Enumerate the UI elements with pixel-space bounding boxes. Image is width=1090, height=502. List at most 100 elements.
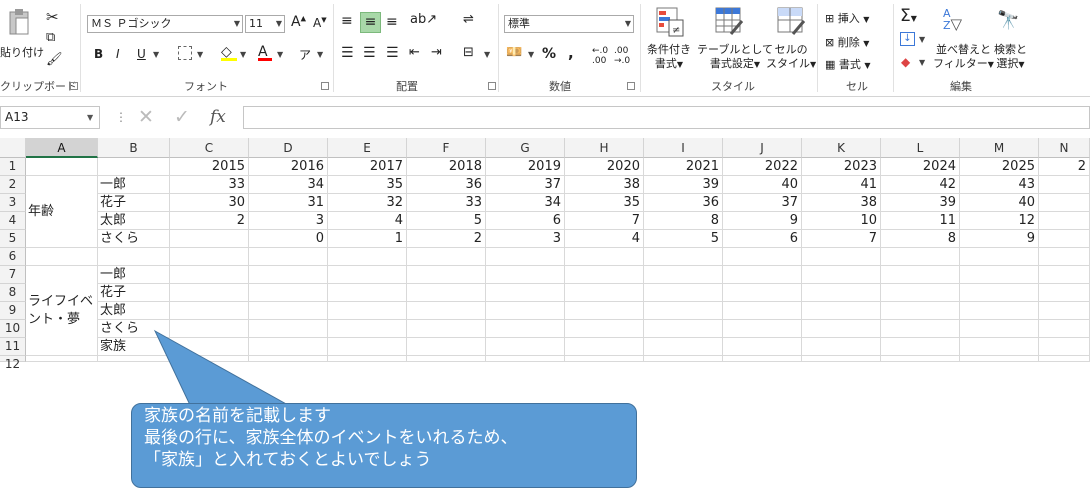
cell[interactable]	[881, 284, 960, 302]
cell[interactable]	[1039, 284, 1090, 302]
find-select-icon[interactable]: 🔭	[997, 10, 1019, 31]
age-value-cell[interactable]: 34	[486, 194, 565, 212]
age-value-cell[interactable]: 3	[249, 212, 328, 230]
age-label-cell[interactable]: 年齢	[26, 176, 98, 248]
cell[interactable]	[644, 302, 723, 320]
year-cell[interactable]: 2018	[407, 158, 486, 176]
chevron-down-icon[interactable]: ▼	[153, 50, 159, 59]
age-value-cell[interactable]: 2	[407, 230, 486, 248]
font-color-icon[interactable]: A	[258, 44, 272, 61]
align-bottom-icon[interactable]: ≡	[386, 14, 398, 30]
cancel-icon[interactable]: ✕	[138, 106, 154, 128]
cell[interactable]	[881, 266, 960, 284]
row-header-12[interactable]: 12	[0, 356, 26, 371]
age-value-cell[interactable]: 6	[723, 230, 802, 248]
age-value-cell[interactable]: 2	[170, 212, 249, 230]
cell[interactable]	[565, 320, 644, 338]
age-value-cell[interactable]: 10	[802, 212, 881, 230]
age-value-cell[interactable]: 8	[881, 230, 960, 248]
column-header-h[interactable]: H	[565, 138, 644, 158]
cell[interactable]	[723, 320, 802, 338]
decrease-decimal-icon[interactable]: .00 →.0	[614, 46, 630, 66]
year-cell[interactable]: 2023	[802, 158, 881, 176]
cell[interactable]	[960, 338, 1039, 356]
age-value-cell[interactable]: 36	[644, 194, 723, 212]
year-cell[interactable]: 2017	[328, 158, 407, 176]
cell[interactable]	[723, 356, 802, 362]
age-value-cell[interactable]: 37	[486, 176, 565, 194]
cell[interactable]	[960, 320, 1039, 338]
year-cell[interactable]: 2025	[960, 158, 1039, 176]
underline-button[interactable]: U	[137, 47, 146, 61]
format-as-table-button[interactable]: テーブルとして 書式設定▼	[697, 43, 773, 72]
cell[interactable]	[802, 266, 881, 284]
bold-button[interactable]: B	[94, 47, 103, 61]
italic-button[interactable]: I	[116, 47, 120, 61]
family-name-cell[interactable]: 花子	[98, 194, 170, 212]
cell[interactable]	[407, 248, 486, 266]
cell[interactable]	[407, 356, 486, 362]
age-value-cell[interactable]: 9	[960, 230, 1039, 248]
row-header-9[interactable]: 9	[0, 302, 26, 320]
chevron-down-icon[interactable]: ▼	[919, 58, 925, 67]
cell[interactable]	[723, 266, 802, 284]
age-value-cell[interactable]: 36	[407, 176, 486, 194]
row-header-11[interactable]: 11	[0, 338, 26, 356]
cell[interactable]	[170, 284, 249, 302]
chevron-down-icon[interactable]: ▼	[87, 113, 93, 122]
column-header-n[interactable]: N	[1039, 138, 1090, 158]
insert-cells-button[interactable]: ⊞ 挿入 ▼	[825, 10, 869, 26]
format-painter-icon[interactable]: 🖌	[46, 52, 63, 67]
age-value-cell[interactable]: 9	[723, 212, 802, 230]
row-header-10[interactable]: 10	[0, 320, 26, 338]
age-value-cell[interactable]: 42	[881, 176, 960, 194]
cell[interactable]	[1039, 176, 1090, 194]
cell[interactable]	[881, 320, 960, 338]
cell[interactable]	[249, 284, 328, 302]
cell[interactable]	[407, 338, 486, 356]
sort-filter-button[interactable]: 並べ替えと フィルター▼	[933, 43, 994, 72]
family-name-cell[interactable]: 太郎	[98, 212, 170, 230]
cell[interactable]	[486, 284, 565, 302]
cell[interactable]	[881, 248, 960, 266]
age-value-cell[interactable]: 5	[644, 230, 723, 248]
column-header-b[interactable]: B	[98, 138, 170, 158]
age-value-cell[interactable]: 6	[486, 212, 565, 230]
column-header-k[interactable]: K	[802, 138, 881, 158]
year-cell[interactable]: 2015	[170, 158, 249, 176]
cell[interactable]	[26, 356, 98, 362]
age-value-cell[interactable]: 8	[644, 212, 723, 230]
cell[interactable]	[486, 338, 565, 356]
life-event-name-cell[interactable]: 一郎	[98, 266, 170, 284]
alignment-launcher-icon[interactable]	[488, 82, 496, 90]
percent-button[interactable]: %	[542, 46, 556, 62]
age-value-cell[interactable]: 0	[249, 230, 328, 248]
cell[interactable]	[328, 356, 407, 362]
age-value-cell[interactable]: 43	[960, 176, 1039, 194]
age-value-cell[interactable]: 5	[407, 212, 486, 230]
cell[interactable]	[644, 356, 723, 362]
wrap-text-icon[interactable]: ⇌	[463, 12, 474, 27]
more-options-icon[interactable]: ⋮	[115, 110, 127, 124]
cell[interactable]	[486, 356, 565, 362]
cell[interactable]	[328, 266, 407, 284]
cell[interactable]	[407, 320, 486, 338]
cell[interactable]	[486, 248, 565, 266]
age-value-cell[interactable]: 39	[644, 176, 723, 194]
cell[interactable]	[802, 284, 881, 302]
cell[interactable]	[565, 248, 644, 266]
age-value-cell[interactable]: 40	[960, 194, 1039, 212]
age-value-cell[interactable]: 30	[170, 194, 249, 212]
fill-icon[interactable]: ↓	[900, 32, 915, 46]
column-header-i[interactable]: I	[644, 138, 723, 158]
cell[interactable]	[565, 284, 644, 302]
cell[interactable]	[644, 338, 723, 356]
paste-button[interactable]: 貼り付け	[0, 44, 44, 60]
cell[interactable]	[328, 248, 407, 266]
age-value-cell[interactable]: 37	[723, 194, 802, 212]
phonetic-icon[interactable]: ア	[299, 46, 311, 63]
year-cell[interactable]: 2	[1039, 158, 1090, 176]
cell[interactable]	[486, 320, 565, 338]
age-value-cell[interactable]: 4	[328, 212, 407, 230]
cell[interactable]	[1039, 194, 1090, 212]
